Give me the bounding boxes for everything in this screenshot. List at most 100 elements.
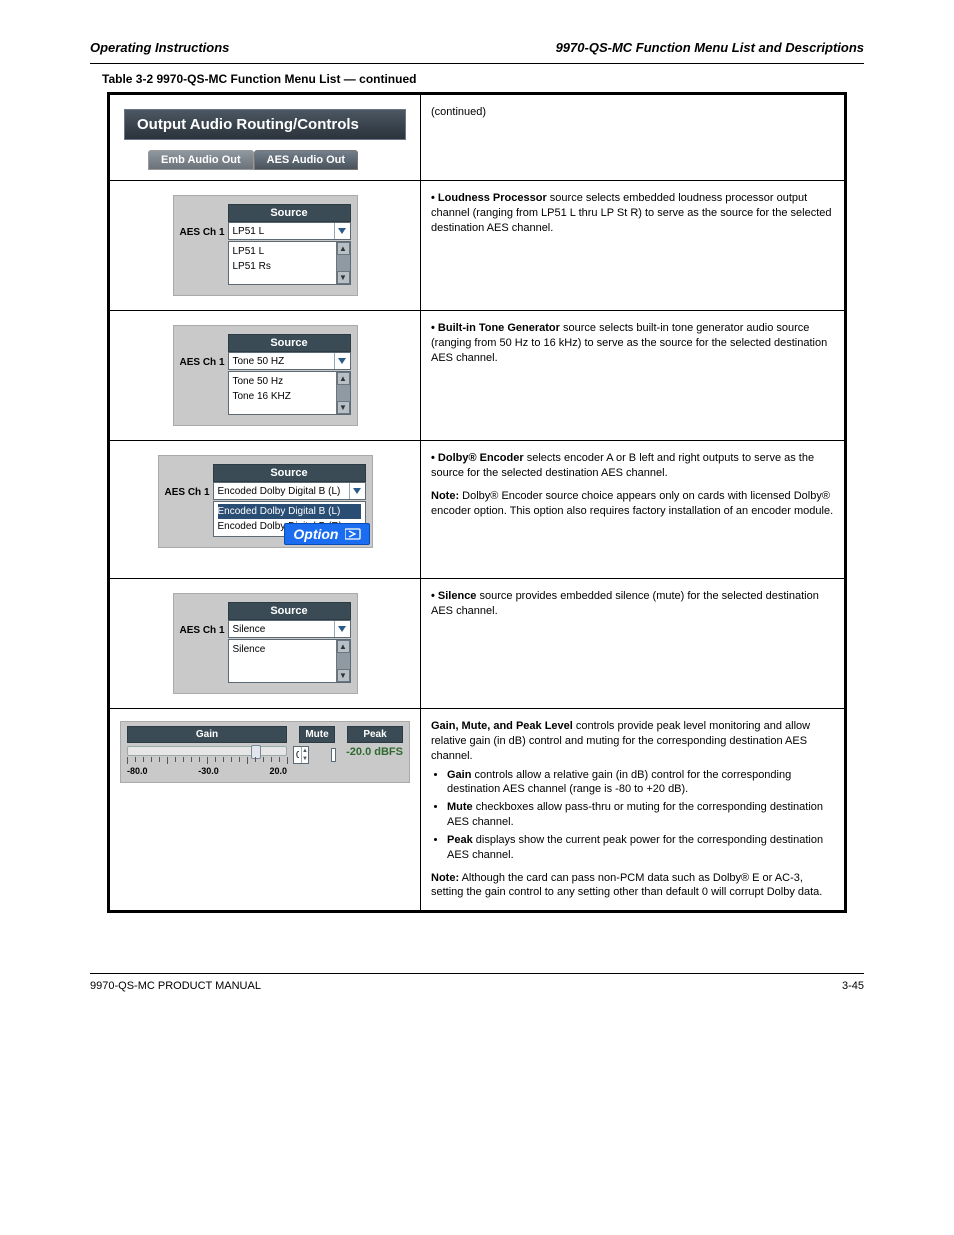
page-header: Operating Instructions 9970-QS-MC Functi… — [90, 40, 864, 64]
note-label: Note: — [431, 490, 459, 502]
list-item: Peak displays show the current peak powe… — [447, 833, 834, 863]
list-item[interactable]: Silence — [233, 642, 334, 657]
source-block-dolby: Source AES Ch 1 Encoded Dolby Digital B … — [158, 455, 373, 548]
source-listbox[interactable]: LP51 L LP51 Rs ▲ ▼ — [228, 241, 351, 285]
tick-label: -80.0 — [127, 766, 148, 776]
row4-right: • Silence source provides embedded silen… — [421, 579, 846, 709]
source-select[interactable]: LP51 L — [228, 222, 351, 240]
row4-left: Source AES Ch 1 Silence Silence — [109, 579, 421, 709]
gain-block: Gain Mute Peak -80.0 -30.0 — [120, 721, 410, 783]
scrollbar[interactable]: ▲ ▼ — [336, 372, 350, 414]
source-select[interactable]: Encoded Dolby Digital B (L) — [213, 482, 366, 500]
option-icon — [345, 528, 361, 540]
note: Note: Dolby® Encoder source choice appea… — [431, 489, 834, 519]
scroll-down-icon[interactable]: ▼ — [337, 669, 350, 682]
select-value: Encoded Dolby Digital B (L) — [214, 486, 349, 497]
gain-slider[interactable] — [127, 746, 287, 756]
list-item: Gain controls allow a relative gain (in … — [447, 768, 834, 798]
peak-value: -20.0 dBFS — [346, 746, 403, 758]
select-value: Silence — [229, 624, 334, 635]
banner-output-audio: Output Audio Routing/Controls — [124, 109, 406, 140]
desc-list: Gain controls allow a relative gain (in … — [447, 768, 834, 863]
item-bold: Gain — [447, 769, 471, 781]
source-header: Source — [228, 204, 351, 222]
note: Note: Although the card can pass non-PCM… — [431, 871, 834, 901]
channel-label: AES Ch 1 — [180, 352, 228, 368]
tab-emb-audio-out[interactable]: Emb Audio Out — [148, 150, 254, 170]
hdr-peak: Peak — [347, 726, 403, 743]
footer-right: 3-45 — [842, 980, 864, 992]
desc-title: • Dolby® Encoder — [431, 452, 524, 464]
scroll-down-icon[interactable]: ▼ — [337, 271, 350, 284]
channel-label: AES Ch 1 — [180, 222, 228, 238]
table-title: Table 3-2 9970-QS-MC Function Menu List … — [102, 72, 864, 86]
channel-label: AES Ch 1 — [165, 482, 213, 498]
page-footer: 9970-QS-MC PRODUCT MANUAL 3-45 — [90, 973, 864, 992]
source-listbox[interactable]: Tone 50 Hz Tone 16 KHZ ▲ ▼ — [228, 371, 351, 415]
row1-right: • Loudness Processor source selects embe… — [421, 181, 846, 311]
row0-left: Output Audio Routing/Controls Emb Audio … — [109, 94, 421, 181]
item-bold: Mute — [447, 801, 473, 813]
tab-aes-audio-out[interactable]: AES Audio Out — [254, 150, 358, 170]
desc-title: • Built-in Tone Generator — [431, 322, 560, 334]
note-text: Dolby® Encoder source choice appears onl… — [431, 490, 833, 517]
hdr-gain: Gain — [127, 726, 287, 743]
spin-up-icon[interactable]: ▲ — [302, 747, 308, 755]
chevron-down-icon[interactable] — [349, 483, 365, 499]
row2-right: • Built-in Tone Generator source selects… — [421, 311, 846, 441]
list-item[interactable]: LP51 Rs — [233, 259, 334, 274]
chevron-down-icon[interactable] — [334, 621, 350, 637]
list-item[interactable]: LP51 L — [233, 244, 334, 259]
scroll-up-icon[interactable]: ▲ — [337, 640, 350, 653]
spin-down-icon[interactable]: ▼ — [302, 755, 308, 763]
source-select[interactable]: Tone 50 HZ — [228, 352, 351, 370]
mute-checkbox[interactable] — [331, 748, 336, 762]
gain-number-input[interactable]: ▲ ▼ — [293, 746, 309, 764]
scroll-up-icon[interactable]: ▲ — [337, 242, 350, 255]
source-block-lp: Source AES Ch 1 LP51 L LP51 L LP51 Rs — [173, 195, 358, 296]
function-table: Output Audio Routing/Controls Emb Audio … — [107, 92, 847, 913]
hdr-mute: Mute — [299, 726, 335, 743]
row0-right: (continued) — [421, 94, 846, 181]
scroll-up-icon[interactable]: ▲ — [337, 372, 350, 385]
scrollbar[interactable]: ▲ ▼ — [336, 242, 350, 284]
row3-left: Source AES Ch 1 Encoded Dolby Digital B … — [109, 441, 421, 579]
continued-label: (continued) — [431, 106, 486, 118]
chevron-down-icon[interactable] — [334, 223, 350, 239]
scroll-down-icon[interactable]: ▼ — [337, 401, 350, 414]
footer-left: 9970-QS-MC PRODUCT MANUAL — [90, 980, 261, 992]
chevron-down-icon[interactable] — [334, 353, 350, 369]
row5-left: Gain Mute Peak -80.0 -30.0 — [109, 709, 421, 912]
row5-right: Gain, Mute, and Peak Level controls prov… — [421, 709, 846, 912]
number-spinner[interactable]: ▲ ▼ — [301, 747, 308, 763]
item-bold: Peak — [447, 834, 473, 846]
list-item[interactable]: Encoded Dolby Digital B (L) — [218, 504, 361, 519]
header-right: 9970-QS-MC Function Menu List and Descri… — [556, 40, 864, 63]
source-block-silence: Source AES Ch 1 Silence Silence — [173, 593, 358, 694]
list-item: Mute checkboxes allow pass-thru or mutin… — [447, 800, 834, 830]
scrollbar[interactable]: ▲ ▼ — [336, 640, 350, 682]
source-header: Source — [228, 334, 351, 352]
option-label: Option — [293, 526, 338, 542]
channel-label: AES Ch 1 — [180, 620, 228, 636]
source-block-tone: Source AES Ch 1 Tone 50 HZ Tone 50 Hz To… — [173, 325, 358, 426]
select-value: Tone 50 HZ — [229, 356, 334, 367]
row1-left: Source AES Ch 1 LP51 L LP51 L LP51 Rs — [109, 181, 421, 311]
item-text: checkboxes allow pass-thru or muting for… — [447, 801, 823, 828]
source-header: Source — [213, 464, 366, 482]
gain-value-field[interactable] — [294, 750, 301, 761]
list-item[interactable]: Tone 50 Hz — [233, 374, 334, 389]
list-item[interactable]: Tone 16 KHZ — [233, 389, 334, 404]
note-label: Note: — [431, 872, 459, 884]
slider-tick-labels: -80.0 -30.0 20.0 — [127, 766, 287, 776]
desc-title: Gain, Mute, and Peak Level — [431, 720, 573, 732]
source-select[interactable]: Silence — [228, 620, 351, 638]
slider-ticks — [127, 757, 287, 765]
row3-right: • Dolby® Encoder selects encoder A or B … — [421, 441, 846, 579]
source-listbox[interactable]: Silence ▲ ▼ — [228, 639, 351, 683]
item-text: controls allow a relative gain (in dB) c… — [447, 769, 791, 796]
desc-title: • Loudness Processor — [431, 192, 547, 204]
row2-left: Source AES Ch 1 Tone 50 HZ Tone 50 Hz To… — [109, 311, 421, 441]
source-header: Source — [228, 602, 351, 620]
select-value: LP51 L — [229, 226, 334, 237]
